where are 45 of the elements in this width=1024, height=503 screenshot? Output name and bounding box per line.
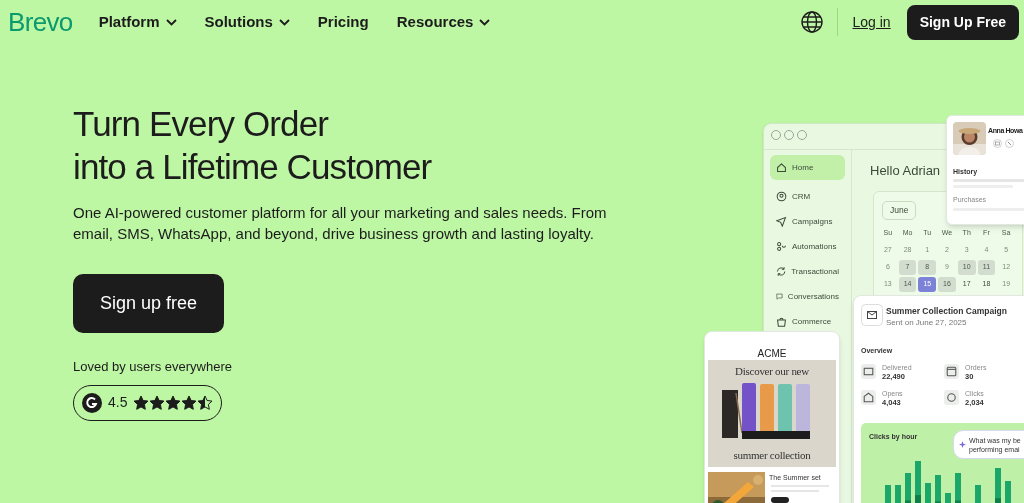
sparkle-icon xyxy=(959,441,966,448)
sidebar-item[interactable]: Commerce xyxy=(770,313,845,330)
star-filled-icon xyxy=(133,394,150,411)
signup-free-button[interactable]: Sign up free xyxy=(73,274,224,333)
paper-plane-icon xyxy=(776,216,787,227)
g2-logo-icon xyxy=(82,392,102,413)
star-filled-icon xyxy=(165,394,182,411)
hero-description: One AI-powered customer platform for all your marketing and sales needs. From email, SMS, WhatsApp, and beyond, drive business growth and lasting loyalty. xyxy=(73,203,608,244)
campaign-date: Sent on June 27, 2025 xyxy=(886,317,967,329)
greeting-text: Hello Adrian xyxy=(870,162,941,180)
home-icon xyxy=(776,162,787,173)
star-filled-icon xyxy=(149,394,166,411)
month-pill[interactable]: June xyxy=(882,201,917,220)
bag-icon xyxy=(776,316,787,327)
banner-footer: summer collection xyxy=(708,446,836,463)
campaign-title: Summer Collection Campaign xyxy=(886,305,1007,318)
chat-icon xyxy=(776,291,783,302)
refresh-icon xyxy=(776,266,787,277)
mail-icon[interactable] xyxy=(993,139,1002,148)
nav-link[interactable]: Platform xyxy=(98,10,177,34)
sidebar-item[interactable]: Transactional xyxy=(770,263,845,280)
sidebar-item[interactable]: Campaigns xyxy=(770,213,845,230)
nav-link[interactable]: Pricing xyxy=(317,10,369,34)
hero-heading: Turn Every Order into a Lifetime Customer xyxy=(73,103,432,188)
brand-name: ACME xyxy=(756,347,788,361)
loved-by-text: Loved by users everywhere xyxy=(73,358,232,376)
login-link[interactable]: Log in xyxy=(852,11,891,33)
signup-button[interactable]: Sign Up Free xyxy=(906,4,1019,40)
sidebar-item[interactable]: Home xyxy=(770,155,845,180)
rating-value: 4.5 xyxy=(108,393,128,412)
sidebar-item[interactable]: Automations xyxy=(770,238,845,255)
mail-icon xyxy=(861,304,883,326)
sidebar-item[interactable]: CRM xyxy=(770,188,845,205)
calendar-icon xyxy=(944,364,959,379)
nav-link[interactable]: Solutions xyxy=(204,10,290,34)
nav-link[interactable]: Resources xyxy=(396,10,491,34)
star-half-icon xyxy=(197,394,214,411)
globe-icon[interactable] xyxy=(801,11,824,33)
user-circle-icon xyxy=(776,191,787,202)
phone-icon[interactable] xyxy=(1005,139,1014,148)
buy-button[interactable] xyxy=(771,497,789,503)
sidebar-item[interactable]: Conversations xyxy=(770,288,845,305)
star-filled-icon xyxy=(181,394,198,411)
nodes-icon xyxy=(776,241,787,252)
banner-headline: Discover our new xyxy=(734,364,810,379)
